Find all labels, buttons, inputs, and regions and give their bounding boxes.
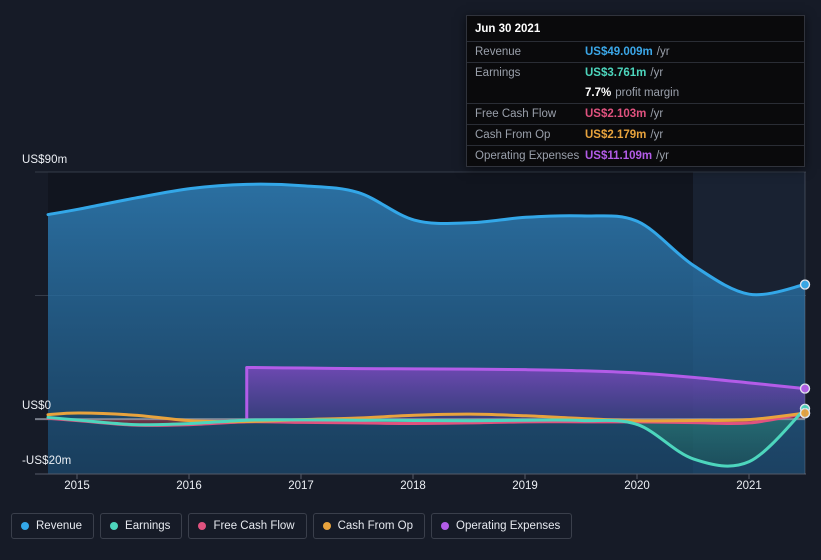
tooltip-row: Revenue US$49.009m/yr <box>467 41 804 62</box>
legend-item-label: Cash From Op <box>337 520 414 532</box>
tooltip-row-label: Operating Expenses <box>475 150 580 162</box>
tooltip-date: Jun 30 2021 <box>475 23 541 35</box>
tooltip-row-unit: profit margin <box>615 87 680 99</box>
tooltip-row: Cash From Op US$2.179m/yr <box>467 124 804 145</box>
legend-color-dot-icon <box>110 522 119 530</box>
x-axis-label-2016: 2016 <box>176 480 202 492</box>
x-axis-label-2021: 2021 <box>736 480 762 492</box>
chart-legend[interactable]: Revenue Earnings Free Cash Flow Cash From O… <box>11 513 573 539</box>
tooltip-row-value: US$3.761m <box>585 67 647 79</box>
tooltip-row-label: Cash From Op <box>475 129 551 141</box>
data-tooltip: Jun 30 2021 Revenue US$49.009m/yr Earnings… <box>466 15 805 167</box>
tooltip-row-unit: /yr <box>650 67 664 79</box>
x-axis-label-2020: 2020 <box>624 480 650 492</box>
legend-item-label: Operating Expenses <box>456 520 561 532</box>
y-axis-label-zero: US$0 <box>22 400 52 412</box>
legend-item-label: Earnings <box>125 520 171 532</box>
legend-item-label: Revenue <box>36 520 83 532</box>
y-axis-label-top: US$90m <box>22 154 68 166</box>
tooltip-row-label: Free Cash Flow <box>475 108 557 120</box>
x-axis-label-2015: 2015 <box>64 480 90 492</box>
tooltip-row-label: Earnings <box>475 67 521 79</box>
legend-color-dot-icon <box>322 522 331 530</box>
legend-color-dot-icon <box>441 522 450 530</box>
legend-item-earnings[interactable]: Earnings <box>100 513 183 539</box>
tooltip-row-value: US$11.109m <box>585 150 653 162</box>
legend-color-dot-icon <box>198 522 207 530</box>
tooltip-row: 7.7% profit margin <box>467 83 804 103</box>
financial-performance-chart: US$90m US$0 -US$20m 2015 2016 2017 2018 2019… <box>0 0 821 560</box>
x-axis-label-2018: 2018 <box>400 480 426 492</box>
tooltip-row: Operating Expenses US$11.109m/yr <box>467 145 804 166</box>
tooltip-row-unit: /yr <box>656 46 670 58</box>
tooltip-row: Earnings US$3.761m/yr <box>467 62 804 83</box>
tooltip-row-value: 7.7% <box>585 87 612 99</box>
legend-item-revenue[interactable]: Revenue <box>11 513 95 539</box>
legend-item-cash-from-op[interactable]: Cash From Op <box>312 513 426 539</box>
tooltip-row-value: US$49.009m <box>585 46 653 58</box>
tooltip-rows: Revenue US$49.009m/yr Earnings US$3.761m/yr… <box>467 41 804 166</box>
tooltip-row-unit: /yr <box>650 129 664 141</box>
tooltip-row-value: US$2.179m <box>585 129 647 141</box>
x-axis-label-2017: 2017 <box>288 480 314 492</box>
x-axis-label-2019: 2019 <box>512 480 538 492</box>
legend-item-operating-expenses[interactable]: Operating Expenses <box>431 513 573 539</box>
tooltip-row-label: Revenue <box>475 46 522 58</box>
tooltip-row-unit: /yr <box>656 150 669 162</box>
tooltip-row-unit: /yr <box>650 108 664 120</box>
y-axis-label-bottom: -US$20m <box>22 455 72 467</box>
legend-color-dot-icon <box>21 522 29 530</box>
tooltip-row: Free Cash Flow US$2.103m/yr <box>467 103 804 124</box>
tooltip-row-value: US$2.103m <box>585 108 647 120</box>
legend-item-free-cash-flow[interactable]: Free Cash Flow <box>188 513 307 539</box>
legend-item-label: Free Cash Flow <box>213 520 295 532</box>
